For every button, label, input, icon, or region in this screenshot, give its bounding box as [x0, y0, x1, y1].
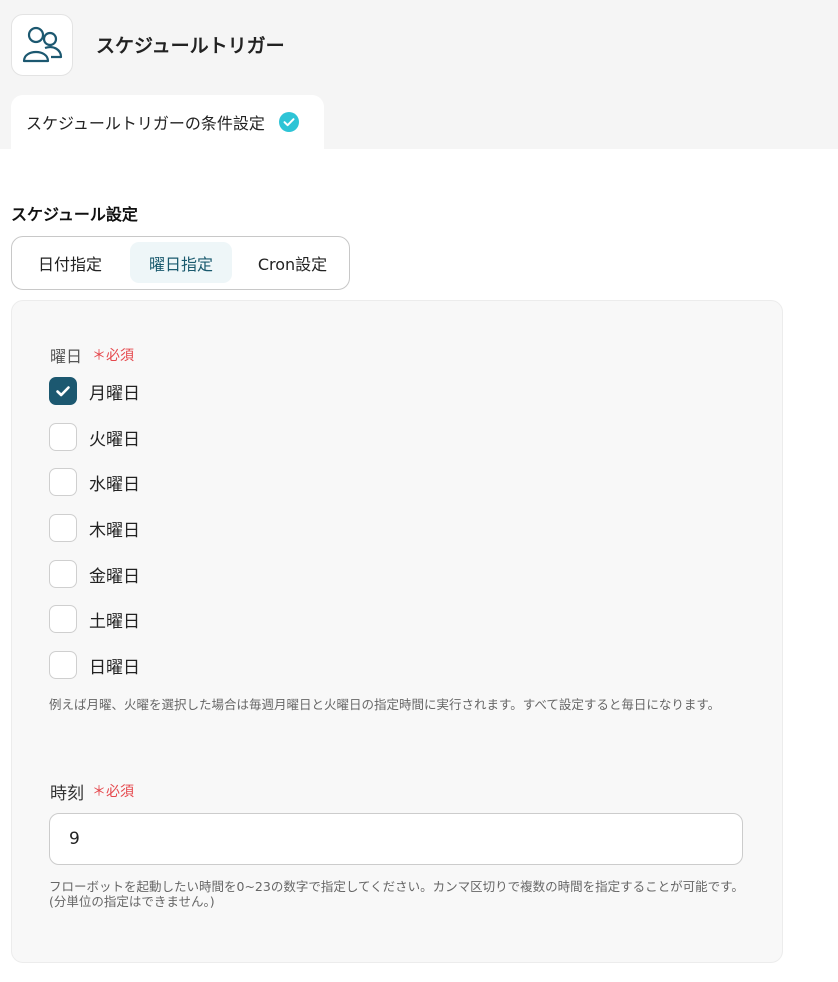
checkbox-label: 木曜日	[89, 520, 140, 541]
mode-date-button[interactable]: 日付指定	[17, 242, 123, 283]
time-input[interactable]: 9	[49, 813, 743, 865]
tab-label: スケジュールトリガーの条件設定	[26, 114, 265, 133]
checkbox[interactable]	[49, 423, 77, 451]
weekday-option-saturday[interactable]: 土曜日	[49, 604, 140, 634]
weekday-option-tuesday[interactable]: 火曜日	[49, 422, 140, 452]
weekday-option-sunday[interactable]: 日曜日	[49, 650, 140, 680]
checkbox[interactable]	[49, 651, 77, 679]
checkbox-label: 土曜日	[89, 611, 140, 632]
weekday-settings-panel: 曜日 ＊必須 月曜日 火曜日 水曜日 木曜日 金曜日 土曜日 日曜日 例えば月曜…	[11, 300, 783, 963]
checkbox[interactable]	[49, 514, 77, 542]
required-badge: ＊必須	[92, 348, 134, 364]
weekday-help-text: 例えば月曜、火曜を選択した場合は毎週月曜日と火曜日の指定時間に実行されます。すべ…	[49, 697, 721, 712]
checkbox-label: 日曜日	[89, 657, 140, 678]
time-label: 時刻	[50, 784, 84, 804]
schedule-mode-toggle: 日付指定 曜日指定 Cron設定	[11, 236, 350, 290]
checkbox-label: 金曜日	[89, 566, 140, 587]
required-badge: ＊必須	[92, 784, 134, 800]
checkbox[interactable]	[49, 377, 77, 405]
mode-weekday-button[interactable]: 曜日指定	[130, 242, 232, 283]
page-title: スケジュールトリガー	[96, 35, 285, 57]
mode-cron-button[interactable]: Cron設定	[240, 242, 345, 283]
weekday-option-wednesday[interactable]: 水曜日	[49, 467, 140, 497]
check-circle-icon	[278, 112, 299, 132]
checkbox[interactable]	[49, 560, 77, 588]
checkbox-label: 月曜日	[89, 383, 140, 404]
weekday-label: 曜日	[50, 347, 83, 366]
weekday-option-friday[interactable]: 金曜日	[49, 559, 140, 589]
checkbox-label: 火曜日	[89, 429, 140, 450]
section-title: スケジュール設定	[11, 205, 138, 224]
time-help-text: フローボットを起動したい時間を0~23の数字で指定してください。カンマ区切りで複…	[49, 879, 744, 909]
tab-condition-settings[interactable]: スケジュールトリガーの条件設定	[11, 95, 324, 149]
app-icon-box	[11, 14, 73, 76]
weekday-option-monday[interactable]: 月曜日	[49, 376, 140, 406]
weekday-option-thursday[interactable]: 木曜日	[49, 513, 140, 543]
users-icon	[22, 26, 63, 63]
checkmark-icon	[56, 386, 70, 397]
checkbox-label: 水曜日	[89, 474, 140, 495]
checkbox[interactable]	[49, 468, 77, 496]
checkbox[interactable]	[49, 605, 77, 633]
